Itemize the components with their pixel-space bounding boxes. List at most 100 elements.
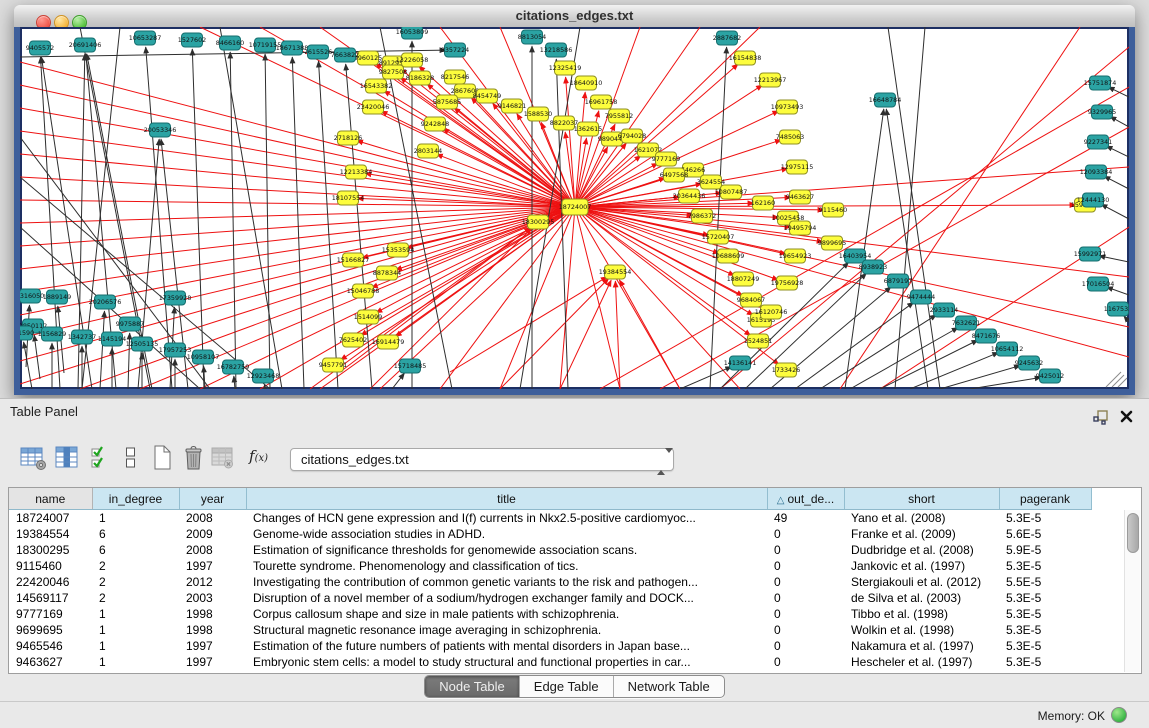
graph-node[interactable]: 9227341 — [1084, 135, 1112, 149]
table-cell[interactable]: Jankovic et al. (1997) — [844, 558, 999, 574]
graph-node[interactable]: 23420046 — [357, 100, 390, 114]
delete-table-icon[interactable] — [211, 445, 234, 476]
table-cell[interactable]: 5.3E-5 — [999, 638, 1091, 654]
table-cell[interactable]: 18300295 — [9, 542, 92, 558]
graph-node[interactable]: 7986372 — [688, 209, 716, 223]
table-cell[interactable]: 5.3E-5 — [999, 622, 1091, 638]
graph-node[interactable]: 15353594 — [382, 243, 415, 257]
graph-node[interactable]: 9684067 — [737, 293, 765, 307]
graph-node[interactable]: 6879197 — [884, 274, 912, 288]
table-cell[interactable]: 49 — [767, 510, 844, 527]
graph-node[interactable]: 15992971 — [1074, 247, 1107, 261]
network-graph[interactable]: 1830029519384554996012589129541322605898… — [20, 27, 1129, 389]
graph-node[interactable]: 16961758 — [585, 95, 618, 109]
table-cell[interactable]: 2 — [92, 574, 179, 590]
table-cell[interactable]: Disruption of a novel member of a sodium… — [246, 590, 767, 606]
table-row[interactable]: 1938455462009Genome-wide association stu… — [9, 526, 1091, 542]
graph-node[interactable]: 7663822 — [331, 48, 359, 62]
table-cell[interactable]: 5.3E-5 — [999, 654, 1091, 670]
graph-node[interactable]: 15751874 — [1084, 76, 1117, 90]
graph-node[interactable]: 17359928 — [159, 291, 192, 305]
table-cell[interactable]: Wolkin et al. (1998) — [844, 622, 999, 638]
graph-node[interactable]: 15166827 — [337, 253, 370, 267]
table-cell[interactable]: 1 — [92, 606, 179, 622]
select-columns-icon[interactable] — [90, 445, 111, 476]
graph-node[interactable]: 9777169 — [652, 152, 680, 166]
table-cell[interactable]: 5.5E-5 — [999, 574, 1091, 590]
graph-node[interactable]: 12093384 — [1080, 165, 1113, 179]
graph-node[interactable]: 18724007 — [559, 199, 592, 215]
graph-node[interactable]: 20364436 — [673, 189, 706, 203]
table-cell[interactable]: 0 — [767, 622, 844, 638]
table-cell[interactable]: Nakamura et al. (1997) — [844, 638, 999, 654]
graph-node[interactable]: 7632621 — [952, 316, 980, 330]
graph-node[interactable]: 12325419 — [549, 61, 582, 75]
graph-node[interactable]: 12975115 — [781, 160, 814, 174]
table-cell[interactable]: 6 — [92, 542, 179, 558]
table-cell[interactable]: 2003 — [179, 590, 246, 606]
float-window-icon[interactable] — [1093, 410, 1109, 430]
table-cell[interactable]: 22420046 — [9, 574, 92, 590]
tab-node-table[interactable]: Node Table — [425, 676, 520, 697]
graph-node[interactable]: 16053809 — [396, 27, 429, 39]
graph-node[interactable]: 6794028 — [618, 129, 646, 143]
graph-node[interactable]: 1342737 — [68, 330, 96, 344]
graph-node[interactable]: 9245632 — [1015, 356, 1043, 370]
graph-node[interactable]: 331590 — [20, 326, 34, 340]
function-builder-icon[interactable]: f(x) — [249, 447, 268, 465]
table-cell[interactable]: 1997 — [179, 558, 246, 574]
graph-node[interactable]: 8466160 — [216, 36, 244, 50]
column-header-title[interactable]: title — [246, 488, 767, 510]
graph-node[interactable]: 1524851 — [744, 334, 772, 348]
table-cell[interactable]: 2 — [92, 590, 179, 606]
table-row[interactable]: 977716911998Corpus callosum shape and si… — [9, 606, 1091, 622]
graph-node[interactable]: 18107554 — [332, 191, 365, 205]
graph-node[interactable]: 1514099 — [354, 310, 382, 324]
table-cell[interactable]: Estimation of the future numbers of pati… — [246, 638, 767, 654]
table-cell[interactable]: 2 — [92, 558, 179, 574]
table-cell[interactable]: 0 — [767, 542, 844, 558]
graph-node[interactable]: 5875685 — [433, 95, 461, 109]
table-cell[interactable]: 0 — [767, 606, 844, 622]
table-row[interactable]: 1830029562008Estimation of significance … — [9, 542, 1091, 558]
window-titlebar[interactable]: citations_edges.txt — [14, 5, 1135, 28]
column-header-name[interactable]: name — [9, 488, 92, 510]
graph-node[interactable]: 9329965 — [1088, 105, 1116, 119]
table-cell[interactable]: 0 — [767, 654, 844, 670]
table-cell[interactable]: 18724007 — [9, 510, 92, 527]
graph-node[interactable]: 16543382 — [360, 79, 393, 93]
table-cell[interactable]: 5.9E-5 — [999, 542, 1091, 558]
graph-node[interactable]: 1362615 — [574, 122, 602, 136]
table-cell[interactable]: Corpus callosum shape and size in male p… — [246, 606, 767, 622]
table-cell[interactable]: 1998 — [179, 606, 246, 622]
table-cell[interactable]: 0 — [767, 590, 844, 606]
graph-node[interactable]: 15720407 — [702, 230, 735, 244]
table-cell[interactable]: 9699695 — [9, 622, 92, 638]
graph-node[interactable]: 9474444 — [907, 290, 935, 304]
table-cell[interactable]: 5.3E-5 — [999, 558, 1091, 574]
graph-node[interactable]: 19756928 — [771, 276, 804, 290]
table-cell[interactable]: Changes of HCN gene expression and I(f) … — [246, 510, 767, 527]
table-cell[interactable]: 2008 — [179, 510, 246, 527]
table-cell[interactable]: 1 — [92, 654, 179, 670]
graph-node[interactable]: 9115460 — [819, 203, 847, 217]
graph-node[interactable]: 162160 — [751, 196, 775, 210]
table-cell[interactable]: de Silva et al. (2003) — [844, 590, 999, 606]
table-cell[interactable]: Estimation of significance thresholds fo… — [246, 542, 767, 558]
graph-node[interactable]: 7485063 — [776, 130, 804, 144]
graph-node[interactable]: 19384554 — [599, 265, 632, 279]
table-cell[interactable]: 2009 — [179, 526, 246, 542]
graph-node[interactable]: 1156829 — [38, 327, 66, 341]
delete-column-icon[interactable] — [183, 445, 204, 476]
tab-network-table[interactable]: Network Table — [614, 676, 724, 697]
graph-node[interactable]: 2718126 — [334, 131, 362, 145]
new-table-icon[interactable] — [152, 445, 173, 476]
column-header-in_degree[interactable]: in_degree — [92, 488, 179, 510]
table-cell[interactable]: 0 — [767, 574, 844, 590]
table-cell[interactable]: Tibbo et al. (1998) — [844, 606, 999, 622]
table-cell[interactable]: Hescheler et al. (1997) — [844, 654, 999, 670]
table-row[interactable]: 969969511998Structural magnetic resonanc… — [9, 622, 1091, 638]
table-cell[interactable]: Franke et al. (2009) — [844, 526, 999, 542]
graph-node[interactable]: 18640910 — [570, 76, 603, 90]
graph-node[interactable]: 1733426 — [772, 363, 800, 377]
